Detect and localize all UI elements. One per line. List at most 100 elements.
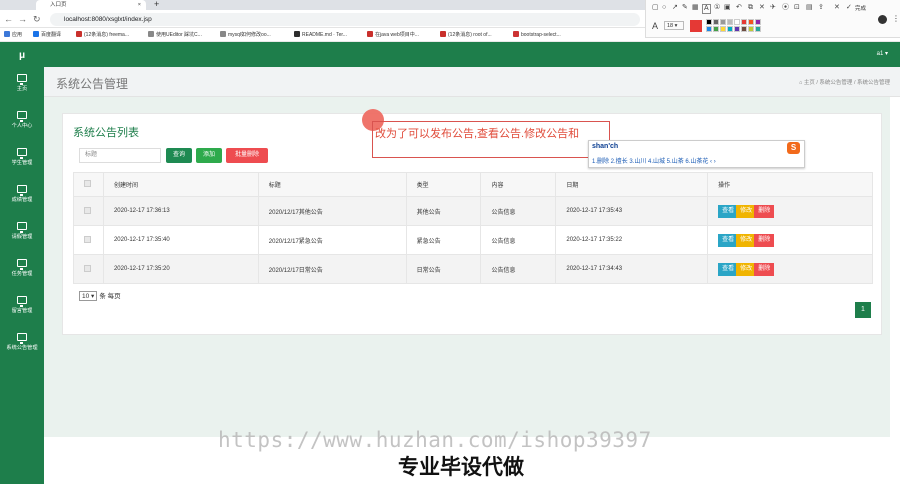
bookmark-item[interactable]: 在java web项目中... — [367, 28, 419, 42]
delete-button[interactable]: 删除 — [754, 204, 775, 218]
reload-icon[interactable]: ↻ — [33, 13, 41, 25]
color-swatch[interactable] — [706, 19, 712, 25]
tab-title: 入口页 — [50, 2, 67, 8]
delete-button[interactable]: 删除 — [754, 233, 775, 247]
done-label[interactable]: 完成 — [855, 4, 866, 12]
bookmark-item[interactable]: README.md · Ter... — [294, 28, 347, 42]
color-swatch[interactable] — [748, 26, 754, 32]
sidebar-item[interactable]: 系统公告管理 — [0, 333, 44, 351]
bookmark-item[interactable]: 应用 — [4, 28, 22, 42]
copy-icon[interactable]: ⧉ — [748, 4, 753, 12]
back-icon[interactable]: ← — [4, 13, 13, 25]
color-swatch[interactable] — [706, 26, 712, 32]
color-swatch[interactable] — [720, 19, 726, 25]
cell-created: 2020-12-17 17:35:40 — [102, 225, 259, 255]
row-checkbox[interactable] — [84, 206, 91, 214]
row-checkbox[interactable] — [84, 264, 91, 272]
select-all-checkbox-cell[interactable] — [73, 172, 104, 197]
bookmark-item[interactable]: 百度翻译 — [33, 28, 61, 42]
view-button[interactable]: 查看 — [718, 233, 739, 247]
monitor-icon — [17, 296, 27, 307]
browser-tab[interactable]: 入口页 × — [36, 0, 146, 10]
sidebar-item[interactable]: 主页 — [0, 74, 44, 92]
profile-icon[interactable] — [878, 15, 887, 24]
close-icon[interactable]: ✕ — [834, 4, 840, 12]
add-button[interactable]: 添加 — [196, 148, 222, 163]
color-swatch[interactable] — [720, 26, 726, 32]
ime-candidates[interactable]: 1.删除 2.擅长 3.山川 4.山城 5.山茶 6.山茶花 ‹ › — [592, 156, 716, 165]
pin-icon[interactable]: ✈ — [770, 4, 776, 12]
mosaic-tool-icon[interactable]: ▦ — [692, 4, 699, 12]
pagination-current-page[interactable]: 1 — [855, 302, 871, 318]
new-tab-icon[interactable]: + — [154, 0, 159, 9]
color-swatch[interactable] — [748, 19, 754, 25]
tab-close-icon[interactable]: × — [138, 0, 141, 10]
color-swatch[interactable] — [713, 19, 719, 25]
check-icon[interactable]: ✓ — [846, 4, 852, 12]
color-swatch[interactable] — [727, 19, 733, 25]
apps-icon — [4, 31, 10, 37]
text-tool-icon[interactable]: A — [702, 4, 711, 14]
color-swatch[interactable] — [727, 26, 733, 32]
select-all-checkbox[interactable] — [84, 180, 91, 187]
row-checkbox-cell — [73, 254, 104, 284]
breadcrumb-text[interactable]: 主页 / 系统公告管理 / 系统公告管理 — [804, 80, 890, 86]
view-button[interactable]: 查看 — [718, 262, 739, 276]
sidebar-item[interactable]: 任务管理 — [0, 259, 44, 277]
delete-button[interactable]: 删除 — [754, 262, 775, 276]
column-header: 操作 — [707, 172, 873, 197]
edit-button[interactable]: 修改 — [736, 233, 757, 247]
color-swatch[interactable] — [741, 26, 747, 32]
number-tool-icon[interactable]: ① — [714, 4, 720, 12]
ime-logo-icon: S — [787, 142, 800, 154]
edit-button[interactable]: 修改 — [736, 262, 757, 276]
page-size-select[interactable]: 10 ▾ — [79, 291, 98, 301]
bookmark-item[interactable]: (12条消息) root of... — [440, 28, 492, 42]
color-swatch[interactable] — [755, 19, 761, 25]
sidebar-item[interactable]: 个人中心 — [0, 111, 44, 129]
forward-icon[interactable]: → — [18, 13, 27, 25]
batch-delete-button[interactable]: 批量删除 — [226, 148, 268, 163]
upload-icon[interactable]: ⇪ — [818, 4, 824, 12]
pen-tool-icon[interactable]: ✎ — [682, 4, 688, 12]
bookmark-item[interactable]: mysql如何修改oo... — [220, 28, 271, 42]
sticker-tool-icon[interactable]: ▣ — [724, 4, 731, 12]
monitor-icon — [17, 111, 27, 122]
ocr-icon[interactable]: ⊡ — [794, 4, 800, 12]
color-swatch[interactable] — [734, 19, 740, 25]
bookmark-item[interactable]: bootstrap-select... — [513, 28, 561, 42]
sidebar-item[interactable]: 成绩管理 — [0, 185, 44, 203]
color-swatch[interactable] — [741, 19, 747, 25]
edit-button[interactable]: 修改 — [736, 204, 757, 218]
save-icon[interactable]: ▤ — [806, 4, 813, 12]
color-swatch[interactable] — [713, 26, 719, 32]
bookmark-item[interactable]: 使用UEditor 踩坑C... — [148, 28, 202, 42]
monitor-icon — [17, 333, 27, 344]
delete-tool-icon[interactable]: ✕ — [759, 4, 765, 12]
bookmark-item[interactable]: (12条消息) freema... — [76, 28, 129, 42]
current-color-swatch[interactable] — [690, 20, 702, 32]
color-swatch[interactable] — [755, 26, 761, 32]
table-header: 创建时间 标题 类型 内容 日期 操作 — [73, 172, 873, 197]
sidebar-item[interactable]: 留言管理 — [0, 296, 44, 314]
font-size-select[interactable]: 18 ▾ — [664, 21, 684, 30]
undo-icon[interactable]: ↶ — [736, 4, 742, 12]
bookmark-favicon-icon — [33, 31, 39, 37]
view-button[interactable]: 查看 — [718, 204, 739, 218]
arrow-tool-icon[interactable]: ↗ — [672, 4, 678, 12]
user-menu[interactable]: a1 ▾ — [877, 50, 888, 57]
menu-icon[interactable]: ⋮ — [892, 14, 900, 23]
query-button[interactable]: 查询 — [166, 148, 192, 163]
circle-tool-icon[interactable]: ○ — [662, 4, 666, 12]
url-bar[interactable]: localhost:8080/xsglxt/index.jsp — [50, 13, 640, 26]
sidebar-item[interactable]: 请假管理 — [0, 222, 44, 240]
color-swatch[interactable] — [734, 26, 740, 32]
pause-icon[interactable]: ⦿ — [782, 4, 789, 12]
rect-tool-icon[interactable]: ▢ — [652, 4, 659, 12]
title-search-input[interactable]: 标题 — [79, 148, 161, 163]
sidebar-item[interactable]: 学生管理 — [0, 148, 44, 166]
ime-candidate-window: shan'ch 1.删除 2.擅长 3.山川 4.山城 5.山茶 6.山茶花 ‹… — [588, 140, 805, 168]
annotation-text: 改为了可以发布公告,查看公告.修改公告和 — [375, 128, 580, 140]
sidebar-item-label: 主页 — [16, 86, 28, 92]
row-checkbox[interactable] — [84, 235, 91, 243]
